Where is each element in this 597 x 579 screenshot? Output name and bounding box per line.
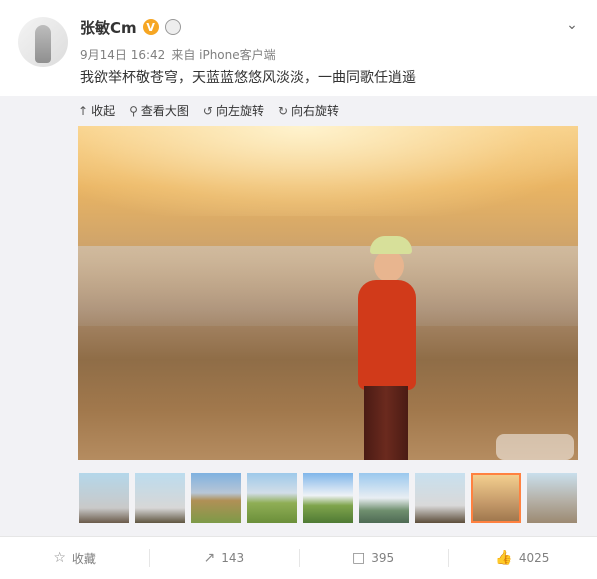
person-legs: [364, 386, 408, 460]
rotate-left-icon: ↺: [202, 103, 213, 118]
chevron-down-icon[interactable]: ⌄: [563, 16, 581, 34]
person-cap: [370, 236, 412, 254]
rotate-left-label: 向左旋转: [215, 104, 264, 118]
post-meta: 9月14日 16:42 来自 iPhone客户端: [80, 46, 282, 63]
thumbnail[interactable]: [79, 473, 129, 523]
rotate-right-label: 向右旋转: [291, 104, 340, 118]
watermark: [496, 434, 574, 460]
collapse-button[interactable]: ↑ 收起: [78, 102, 115, 119]
weibo-post-card: 张敏Cm V ⌄ 9月14日 16:42 来自 iPhone客户端 我欲举杯敬苍穹…: [0, 0, 597, 579]
thumbs-up-icon: 👍: [495, 550, 513, 566]
comment-icon: □: [352, 550, 366, 566]
person-face: [374, 250, 404, 282]
post-date[interactable]: 9月14日 16:42: [80, 48, 165, 62]
forward-count: 143: [221, 551, 245, 565]
view-large-button[interactable]: ⚲ 查看大图: [129, 102, 189, 119]
thumbnail[interactable]: [359, 473, 409, 523]
thumbnail[interactable]: [415, 473, 465, 523]
favorite-label: 收藏: [71, 551, 96, 566]
author-row: 张敏Cm V: [80, 16, 181, 38]
post-text: 我欲举杯敬苍穹，天蓝蓝悠悠风淡淡，一曲同歌任逍遥: [80, 70, 416, 86]
thumbnail-strip: [79, 473, 577, 523]
post-source: 来自 iPhone客户端: [171, 48, 276, 62]
thumbnail[interactable]: [247, 473, 297, 523]
share-icon: ↗: [203, 550, 216, 566]
avatar[interactable]: [18, 17, 68, 67]
comment-button[interactable]: □ 395: [298, 537, 448, 579]
snowy-field: [78, 246, 578, 326]
sunlight-glow: [78, 126, 578, 216]
person-jacket: [358, 280, 416, 390]
rotate-right-button[interactable]: ↻ 向右旋转: [278, 102, 339, 119]
thumbnail[interactable]: [303, 473, 353, 523]
collapse-label: 收起: [91, 104, 116, 118]
avatar-figure: [35, 25, 51, 63]
thumbnail-selected[interactable]: [471, 473, 521, 523]
verified-badge-icon[interactable]: V: [142, 19, 159, 35]
media-panel: ↑ 收起 ⚲ 查看大图 ↺ 向左旋转 ↻ 向右旋转: [0, 96, 597, 536]
author-name[interactable]: 张敏Cm: [80, 17, 137, 38]
like-button[interactable]: 👍 4025: [447, 537, 597, 579]
magnifier-icon: ⚲: [129, 103, 138, 118]
member-icon[interactable]: [164, 19, 181, 35]
rotate-left-button[interactable]: ↺ 向左旋转: [203, 102, 264, 119]
main-photo[interactable]: [78, 126, 578, 460]
thumbnail[interactable]: [135, 473, 185, 523]
media-toolbar: ↑ 收起 ⚲ 查看大图 ↺ 向左旋转 ↻ 向右旋转: [78, 102, 339, 119]
thumbnail[interactable]: [527, 473, 577, 523]
like-count: 4025: [518, 551, 550, 565]
view-large-label: 查看大图: [140, 104, 189, 118]
comment-count: 395: [371, 551, 395, 565]
arrow-up-icon: ↑: [78, 103, 89, 118]
star-icon: ☆: [53, 550, 66, 566]
person-figure: [350, 236, 430, 460]
action-bar: ☆ 收藏 ↗ 143 □ 395 👍 4025: [0, 537, 597, 579]
thumbnail[interactable]: [191, 473, 241, 523]
rotate-right-icon: ↻: [277, 103, 289, 118]
favorite-button[interactable]: ☆ 收藏: [0, 537, 149, 579]
forward-button[interactable]: ↗ 143: [149, 537, 298, 579]
